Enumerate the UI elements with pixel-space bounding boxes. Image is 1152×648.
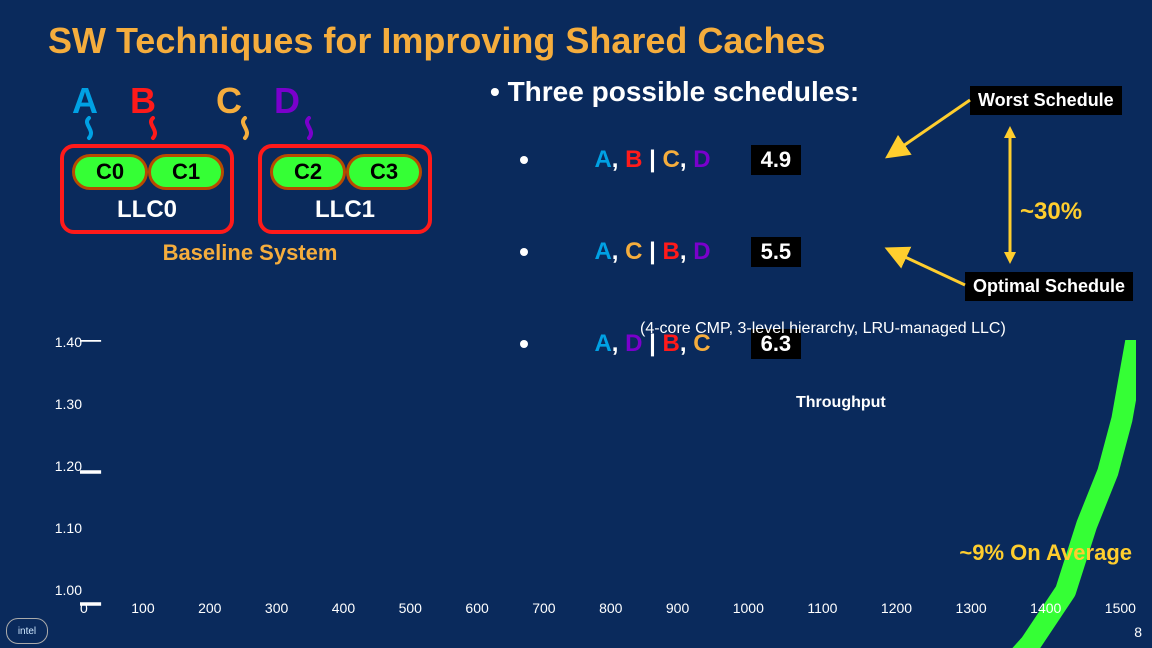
page-title: SW Techniques for Improving Shared Cache… bbox=[48, 20, 825, 62]
llc0-label: LLC0 bbox=[72, 196, 222, 224]
xtick: 900 bbox=[666, 600, 689, 616]
schedule-1: A, B | C, D 4.9 bbox=[520, 118, 1130, 202]
intel-logo: intel bbox=[6, 618, 48, 644]
core-C2: C2 bbox=[270, 154, 346, 190]
bullet-dot bbox=[520, 248, 528, 256]
tok: B bbox=[625, 146, 642, 173]
ytick: 1.10 bbox=[55, 520, 82, 536]
tok: D bbox=[693, 238, 710, 265]
xtick: 800 bbox=[599, 600, 622, 616]
xtick: 1300 bbox=[956, 600, 987, 616]
x-axis-ticks: 0 100 200 300 400 500 600 700 800 900 1000 1100 1200… bbox=[80, 600, 1136, 616]
tok: | bbox=[642, 238, 662, 265]
xtick: 1500 bbox=[1105, 600, 1136, 616]
xtick: 100 bbox=[131, 600, 154, 616]
xtick: 700 bbox=[532, 600, 555, 616]
xtick: 1100 bbox=[807, 600, 837, 616]
xtick: 500 bbox=[399, 600, 422, 616]
ytick: 1.40 bbox=[55, 334, 82, 350]
tok: A bbox=[594, 238, 611, 265]
tok: , bbox=[680, 146, 693, 173]
xtick: 400 bbox=[332, 600, 355, 616]
tok: B bbox=[663, 238, 680, 265]
xtick: 200 bbox=[198, 600, 221, 616]
tok: C bbox=[625, 238, 642, 265]
core-C3: C3 bbox=[346, 154, 422, 190]
thirty-percent-annotation: ~30% bbox=[1020, 198, 1082, 226]
throughput-value-1: 4.9 bbox=[751, 145, 802, 175]
nine-percent-annotation: ~9% On Average bbox=[959, 540, 1132, 566]
llc1-box: C2 C3 LLC1 bbox=[258, 144, 432, 234]
system-config-note: (4-core CMP, 3-level hierarchy, LRU-mana… bbox=[640, 320, 1006, 338]
llc-group: C0 C1 LLC0 C2 C3 LLC1 bbox=[60, 144, 440, 234]
squiggle-arrows bbox=[74, 116, 440, 142]
xtick: 0 bbox=[80, 600, 88, 616]
tok: | bbox=[642, 146, 662, 173]
tok: , bbox=[680, 238, 693, 265]
xtick: 1000 bbox=[733, 600, 764, 616]
tok: C bbox=[663, 146, 680, 173]
llc0-box: C0 C1 LLC0 bbox=[60, 144, 234, 234]
ratio-chart: Optimal / Worst Schedule 1.40 1.30 1.20 … bbox=[24, 340, 1136, 620]
optimal-schedule-badge: Optimal Schedule bbox=[965, 272, 1133, 301]
worst-schedule-badge: Worst Schedule bbox=[970, 86, 1122, 115]
core-C1: C1 bbox=[148, 154, 224, 190]
ytick: 1.00 bbox=[55, 582, 82, 598]
xtick: 600 bbox=[465, 600, 488, 616]
baseline-system-diagram: A B C D C0 C1 LLC0 C2 C3 LLC1 Baseline S… bbox=[60, 80, 440, 266]
xtick: 300 bbox=[265, 600, 288, 616]
core-C0: C0 bbox=[72, 154, 148, 190]
page-number: 8 bbox=[1134, 624, 1142, 640]
y-axis-ticks: 1.40 1.30 1.20 1.10 1.00 bbox=[48, 334, 82, 598]
tok: D bbox=[693, 146, 710, 173]
throughput-value-2: 5.5 bbox=[751, 237, 802, 267]
ytick: 1.30 bbox=[55, 396, 82, 412]
ytick: 1.20 bbox=[55, 458, 82, 474]
tok: A bbox=[594, 146, 611, 173]
llc1-label: LLC1 bbox=[270, 196, 420, 224]
xtick: 1200 bbox=[881, 600, 912, 616]
bullet-dot bbox=[520, 156, 528, 164]
tok: , bbox=[612, 146, 625, 173]
tok: , bbox=[612, 238, 625, 265]
baseline-system-label: Baseline System bbox=[60, 240, 440, 266]
xtick: 1400 bbox=[1030, 600, 1061, 616]
